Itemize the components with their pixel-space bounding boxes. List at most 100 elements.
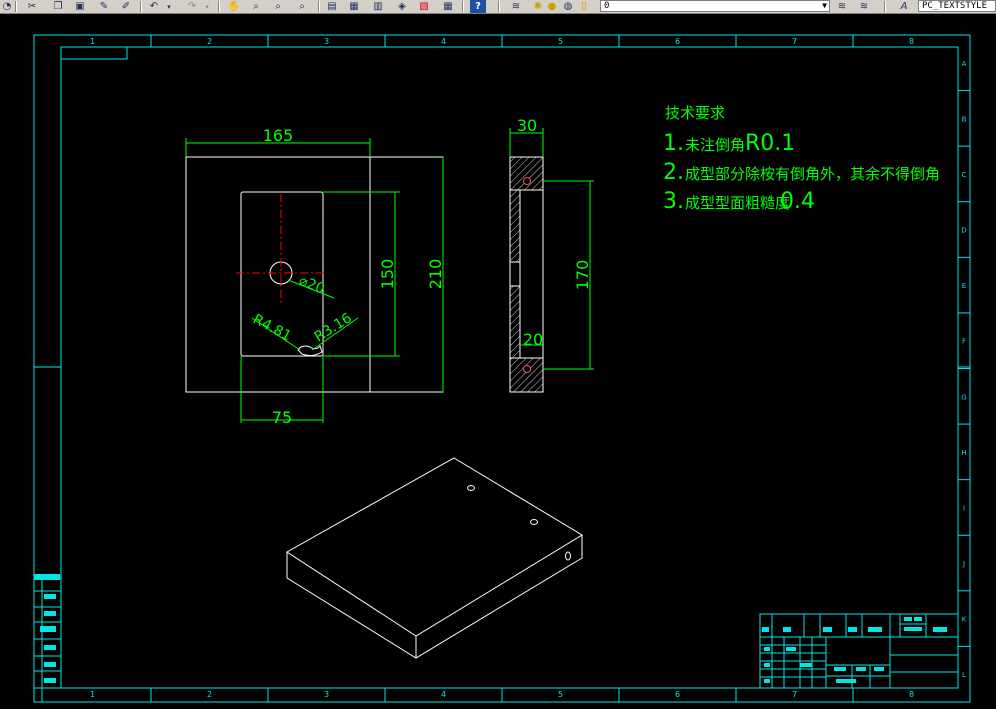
tech-req-line3-cn: 成型型面粗糙度: [685, 194, 790, 212]
iso-side-faces: [286, 535, 583, 659]
left-strip-cell: [44, 678, 56, 683]
row-label: B: [962, 115, 967, 123]
redo-icon[interactable]: ↷: [184, 0, 200, 13]
layer-dropdown[interactable]: 0 ▼: [600, 0, 830, 12]
tech-req-line1-prefix: 1.: [663, 131, 684, 156]
sheet-set-icon[interactable]: ◈: [394, 0, 410, 13]
calculator-icon[interactable]: ▦: [440, 0, 456, 13]
undo-icon[interactable]: ↶: [146, 0, 162, 13]
front-dim-text: 165 75 150 210 ⌀20 R4.81 R3.16: [250, 126, 445, 427]
zoom-previous-icon[interactable]: ⌕: [294, 0, 310, 13]
redo-dropdown-icon[interactable]: ▾: [202, 0, 212, 13]
drawing-svg: 165 75 150 210 ⌀20 R4.81 R3.16 30 170 20…: [33, 34, 971, 703]
column-label: 2: [207, 690, 212, 699]
column-label: 1: [90, 37, 95, 46]
copy-icon[interactable]: ❐: [50, 0, 66, 13]
tech-req-line3-val: 0.4: [780, 189, 815, 214]
tech-req-line3-prefix: 3.: [663, 189, 684, 214]
cut-icon[interactable]: ✂: [24, 0, 40, 13]
textstyle-value: PC_TEXTSTYLE: [922, 1, 988, 11]
textstyle-dropdown[interactable]: PC_TEXTSTYLE: [918, 0, 996, 12]
side-section-view: [509, 156, 544, 393]
column-label: 6: [675, 690, 680, 699]
markup-icon[interactable]: ▧: [416, 0, 432, 13]
layer-state-icon[interactable]: ≋: [834, 0, 850, 13]
iso-view: [286, 457, 583, 659]
title-block-cell: [762, 627, 769, 632]
title-block-cell: [904, 627, 922, 631]
layer-freeze-icon[interactable]: ●: [546, 0, 558, 13]
layer-manager-icon[interactable]: ≋: [508, 0, 524, 13]
dim-text-dia: ⌀20: [297, 273, 327, 298]
dim-text-r1: R4.81: [250, 311, 294, 344]
layer-color-icon[interactable]: ▯: [578, 0, 590, 13]
column-label: 8: [909, 690, 914, 699]
row-label: K: [962, 616, 967, 624]
column-label: 3: [324, 690, 329, 699]
design-center-icon[interactable]: ▦: [346, 0, 362, 13]
text-style-icon[interactable]: A: [896, 0, 912, 13]
layer-prev-icon[interactable]: ≋: [856, 0, 872, 13]
tech-req-line-3: 3. 成型型面粗糙度 0.4: [663, 189, 815, 214]
zoom-window-icon[interactable]: ⌕: [270, 0, 286, 13]
left-strip-cell: [44, 594, 56, 599]
side-hatch-left-upper: [509, 189, 521, 263]
title-block-cell: [786, 647, 796, 651]
left-strip-cell: [34, 574, 60, 580]
title-block-cell: [848, 627, 857, 632]
row-label: H: [961, 449, 966, 457]
title-block-cell: [874, 667, 884, 671]
toolbar-separator: [318, 1, 320, 12]
column-label: 7: [792, 690, 797, 699]
drawing-frame: [33, 34, 971, 703]
column-label: 5: [558, 37, 563, 46]
side-hatch-bottom: [509, 357, 544, 393]
undo-dropdown-icon[interactable]: ▾: [164, 0, 174, 13]
iso-top-face: [286, 457, 583, 637]
paste-icon[interactable]: ▣: [72, 0, 88, 13]
brush-icon[interactable]: ✐: [118, 0, 134, 13]
column-label: 4: [441, 37, 446, 46]
title-block-cell: [904, 617, 912, 621]
front-slot: [297, 344, 323, 357]
match-properties-icon[interactable]: ✎: [96, 0, 112, 13]
row-label: D: [961, 227, 966, 235]
drawing-canvas[interactable]: 165 75 150 210 ⌀20 R4.81 R3.16 30 170 20…: [0, 14, 996, 705]
column-label: 7: [792, 37, 797, 46]
title-block-cell: [764, 679, 770, 683]
help-icon[interactable]: ?: [470, 0, 486, 13]
title-block-cell: [783, 627, 791, 632]
title-block-cell: [856, 667, 866, 671]
title-block-cell: [800, 663, 812, 667]
title-block-cell: [914, 617, 922, 621]
toolbar-separator: [498, 1, 500, 12]
left-strip-cell: [44, 662, 56, 667]
tech-req-line-2: 2. 成型部分除桉有倒角外，其余不得倒角: [663, 160, 940, 185]
row-label: F: [962, 338, 966, 346]
chevron-down-icon[interactable]: ▼: [822, 1, 827, 11]
pan-icon[interactable]: ✋: [226, 0, 242, 13]
measure-icon[interactable]: ◔: [0, 0, 14, 13]
layer-lock-icon[interactable]: ◍: [562, 0, 574, 13]
zoom-realtime-icon[interactable]: ⌕: [248, 0, 264, 13]
left-strip-cell: [44, 645, 56, 650]
tool-palettes-icon[interactable]: ▥: [370, 0, 386, 13]
row-labels-right: A B C D E F G H I J K L: [961, 60, 966, 679]
dim-text-20: 20: [523, 330, 543, 349]
layer-on-icon[interactable]: ✺: [532, 0, 544, 13]
toolbar-separator: [218, 1, 220, 12]
column-label: 5: [558, 690, 563, 699]
properties-icon[interactable]: ▤: [324, 0, 340, 13]
left-strip-cells: [34, 574, 60, 683]
side-hatch-left-lower: [509, 285, 521, 359]
tech-req-line1-val: R0.1: [745, 131, 795, 156]
dim-text-165: 165: [263, 126, 294, 145]
column-label: 1: [90, 690, 95, 699]
column-label: 2: [207, 37, 212, 46]
left-strip-cell: [44, 611, 56, 616]
column-label: 4: [441, 690, 446, 699]
toolbar-separator: [462, 1, 464, 12]
corner-mark: [61, 47, 128, 60]
column-label: 3: [324, 37, 329, 46]
side-hole-top: [523, 177, 531, 185]
